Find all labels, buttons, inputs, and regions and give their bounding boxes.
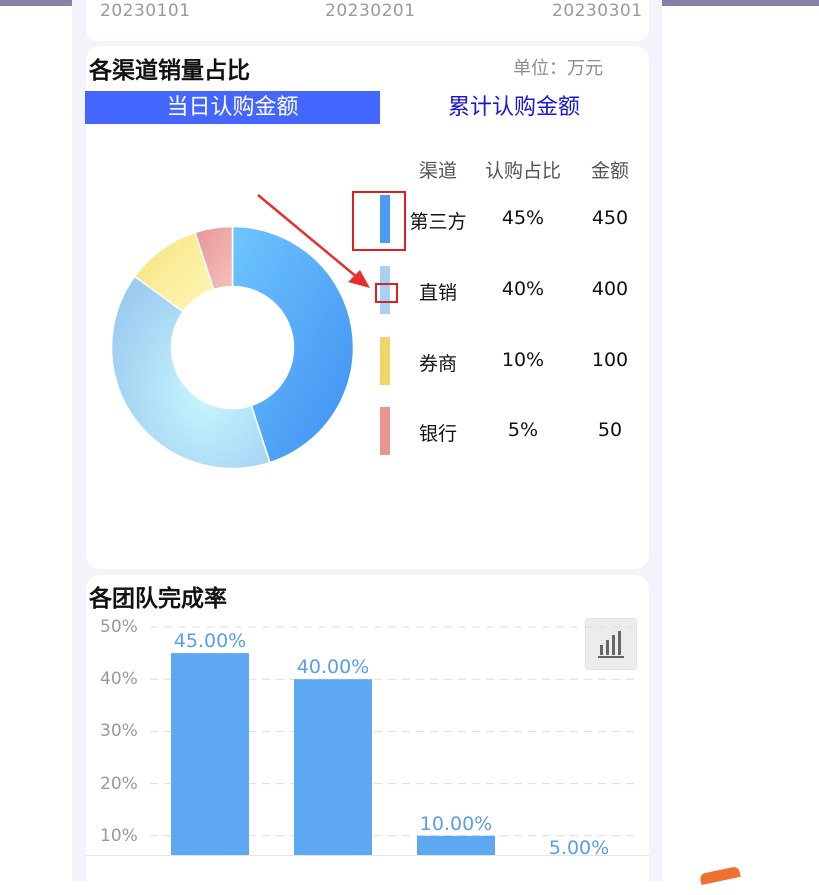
- table-header-channel: 渠道: [418, 160, 457, 182]
- x-axis-date: 20230301: [552, 1, 643, 21]
- legend-amount: 400: [591, 278, 629, 300]
- legend-channel: 银行: [418, 423, 457, 445]
- legend-amount: 100: [591, 349, 629, 371]
- y-tick-label: 10%: [100, 825, 138, 846]
- legend-share: 5%: [507, 419, 539, 441]
- team-completion-card: [86, 575, 649, 895]
- y-tick-label: 20%: [100, 773, 138, 794]
- orange-corner-mark: [699, 865, 741, 886]
- unit-label: 单位：万元: [513, 58, 603, 79]
- channel-share-title: 各渠道销量占比: [89, 58, 250, 84]
- legend-share: 45%: [501, 207, 545, 229]
- tab-daily-amount[interactable]: 当日认购金额: [85, 91, 380, 124]
- legend-share: 40%: [501, 278, 545, 300]
- y-tick-label: 40%: [100, 669, 138, 690]
- x-axis-date: 20230101: [100, 1, 191, 21]
- bar-chart-icon[interactable]: [585, 618, 637, 670]
- legend-amount: 450: [591, 207, 629, 229]
- y-tick-label: 30%: [100, 721, 138, 742]
- annotation-arrow: [257, 194, 370, 288]
- legend-channel: 直销: [418, 282, 457, 304]
- legend-swatch: [380, 337, 390, 385]
- table-header-share: 认购占比: [484, 160, 561, 182]
- legend-channel: 券商: [418, 353, 457, 375]
- legend-channel: 第三方: [409, 211, 467, 233]
- y-tick-label: 50%: [100, 617, 138, 637]
- bottom-divider: [86, 855, 649, 856]
- x-axis-date: 20230201: [325, 1, 416, 21]
- legend-swatch: [380, 407, 390, 455]
- legend-share: 10%: [501, 349, 545, 371]
- tab-cumulative-amount[interactable]: 累计认购金额: [400, 91, 628, 124]
- table-header-amount: 金额: [590, 160, 629, 182]
- team-completion-title: 各团队完成率: [89, 586, 227, 612]
- legend-amount: 50: [597, 419, 623, 441]
- donut-slice-1[interactable]: [110, 275, 271, 470]
